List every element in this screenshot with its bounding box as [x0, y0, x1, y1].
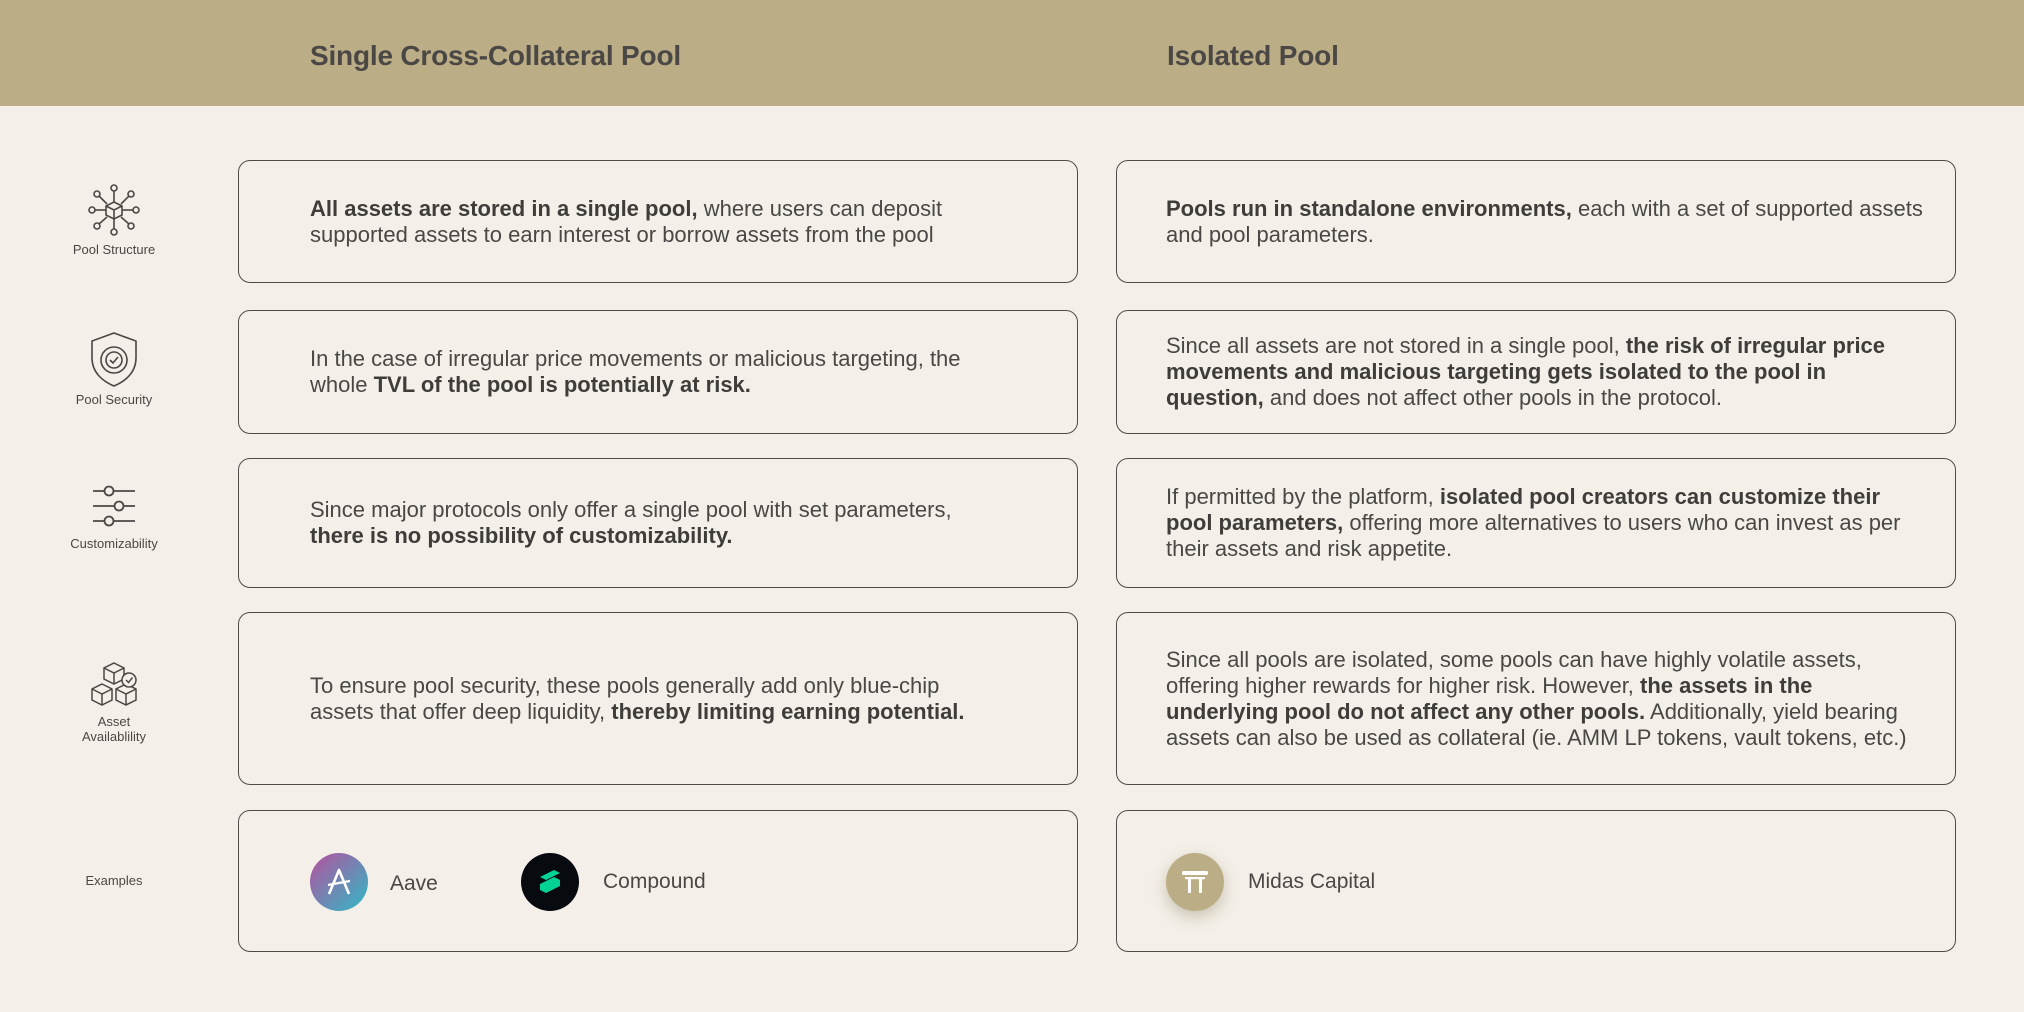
card-pool-structure-cross: All assets are stored in a single pool, …	[238, 160, 1078, 283]
emphasis-text: TVL of the pool is potentially at risk.	[373, 372, 751, 397]
card-customizability-isolated: If permitted by the platform, isolated p…	[1116, 458, 1956, 588]
sliders-icon	[93, 485, 135, 527]
row-label-asset-availability: Asset Availablility	[54, 660, 174, 744]
emphasis-text: there is no possibility of customizabili…	[310, 523, 733, 548]
card-text: If permitted by the platform, isolated p…	[1166, 484, 1925, 562]
left-column-title: Single Cross-Collateral Pool	[310, 40, 681, 71]
network-cube-icon	[88, 184, 140, 236]
body-text: and does not affect other pools in the p…	[1263, 385, 1723, 410]
body-text: Since major protocols only offer a singl…	[310, 497, 952, 522]
card-text: Since major protocols only offer a singl…	[310, 497, 1007, 549]
body-text: Since all assets are not stored in a sin…	[1166, 333, 1626, 358]
row-label-text: Pool Structure	[72, 242, 156, 257]
emphasis-text: thereby limiting earning potential.	[611, 698, 965, 724]
example-name: Midas Capital	[1248, 870, 1376, 893]
card-text: To ensure pool security, these pools gen…	[310, 673, 1007, 725]
card-asset-availability-isolated: Since all pools are isolated, some pools…	[1116, 612, 1956, 785]
row-label-pool-security: Pool Security	[54, 330, 174, 407]
emphasis-text: Pools run in standalone environments,	[1166, 195, 1572, 221]
shield-check-icon	[91, 332, 137, 387]
card-customizability-cross: Since major protocols only offer a singl…	[238, 458, 1078, 588]
card-text: Pools run in standalone environments, ea…	[1166, 196, 1925, 248]
card-pool-security-isolated: Since all assets are not stored in a sin…	[1116, 310, 1956, 434]
card-pool-security-cross: In the case of irregular price movements…	[238, 310, 1078, 434]
midas-capital-logo-icon	[1166, 853, 1224, 911]
row-label-text: Pool Security	[75, 392, 153, 407]
example-midas-capital: Midas Capital	[1166, 853, 1375, 911]
card-text: All assets are stored in a single pool, …	[310, 196, 1007, 248]
right-column-title: Isolated Pool	[1167, 40, 1339, 71]
compound-logo-icon	[521, 853, 579, 911]
row-label-text: Customizability	[70, 536, 158, 551]
aave-logo-icon	[310, 853, 368, 911]
card-examples-isolated: Midas Capital	[1116, 810, 1956, 952]
row-label-pool-structure: Pool Structure	[54, 182, 174, 257]
cubes-check-icon	[91, 662, 137, 706]
header-bar: Single Cross-Collateral Pool Isolated Po…	[0, 0, 2024, 106]
card-pool-structure-isolated: Pools run in standalone environments, ea…	[1116, 160, 1956, 283]
card-text: Since all assets are not stored in a sin…	[1166, 333, 1925, 411]
row-label-text: Examples	[85, 873, 143, 888]
card-asset-availability-cross: To ensure pool security, these pools gen…	[238, 612, 1078, 785]
example-name: Compound	[603, 870, 706, 893]
body-text: If permitted by the platform,	[1166, 484, 1440, 509]
card-text: Since all pools are isolated, some pools…	[1166, 647, 1925, 751]
example-aave: Aave	[310, 853, 438, 911]
card-text: In the case of irregular price movements…	[310, 346, 1007, 398]
card-examples-cross: Aave Compound	[238, 810, 1078, 952]
row-label-customizability: Customizability	[54, 484, 174, 551]
example-compound: Compound	[521, 853, 706, 911]
row-label-examples: Examples	[54, 873, 174, 888]
emphasis-text: All assets are stored in a single pool,	[310, 195, 698, 221]
example-name: Aave	[390, 872, 438, 895]
row-label-text: Asset Availablility	[81, 714, 147, 744]
